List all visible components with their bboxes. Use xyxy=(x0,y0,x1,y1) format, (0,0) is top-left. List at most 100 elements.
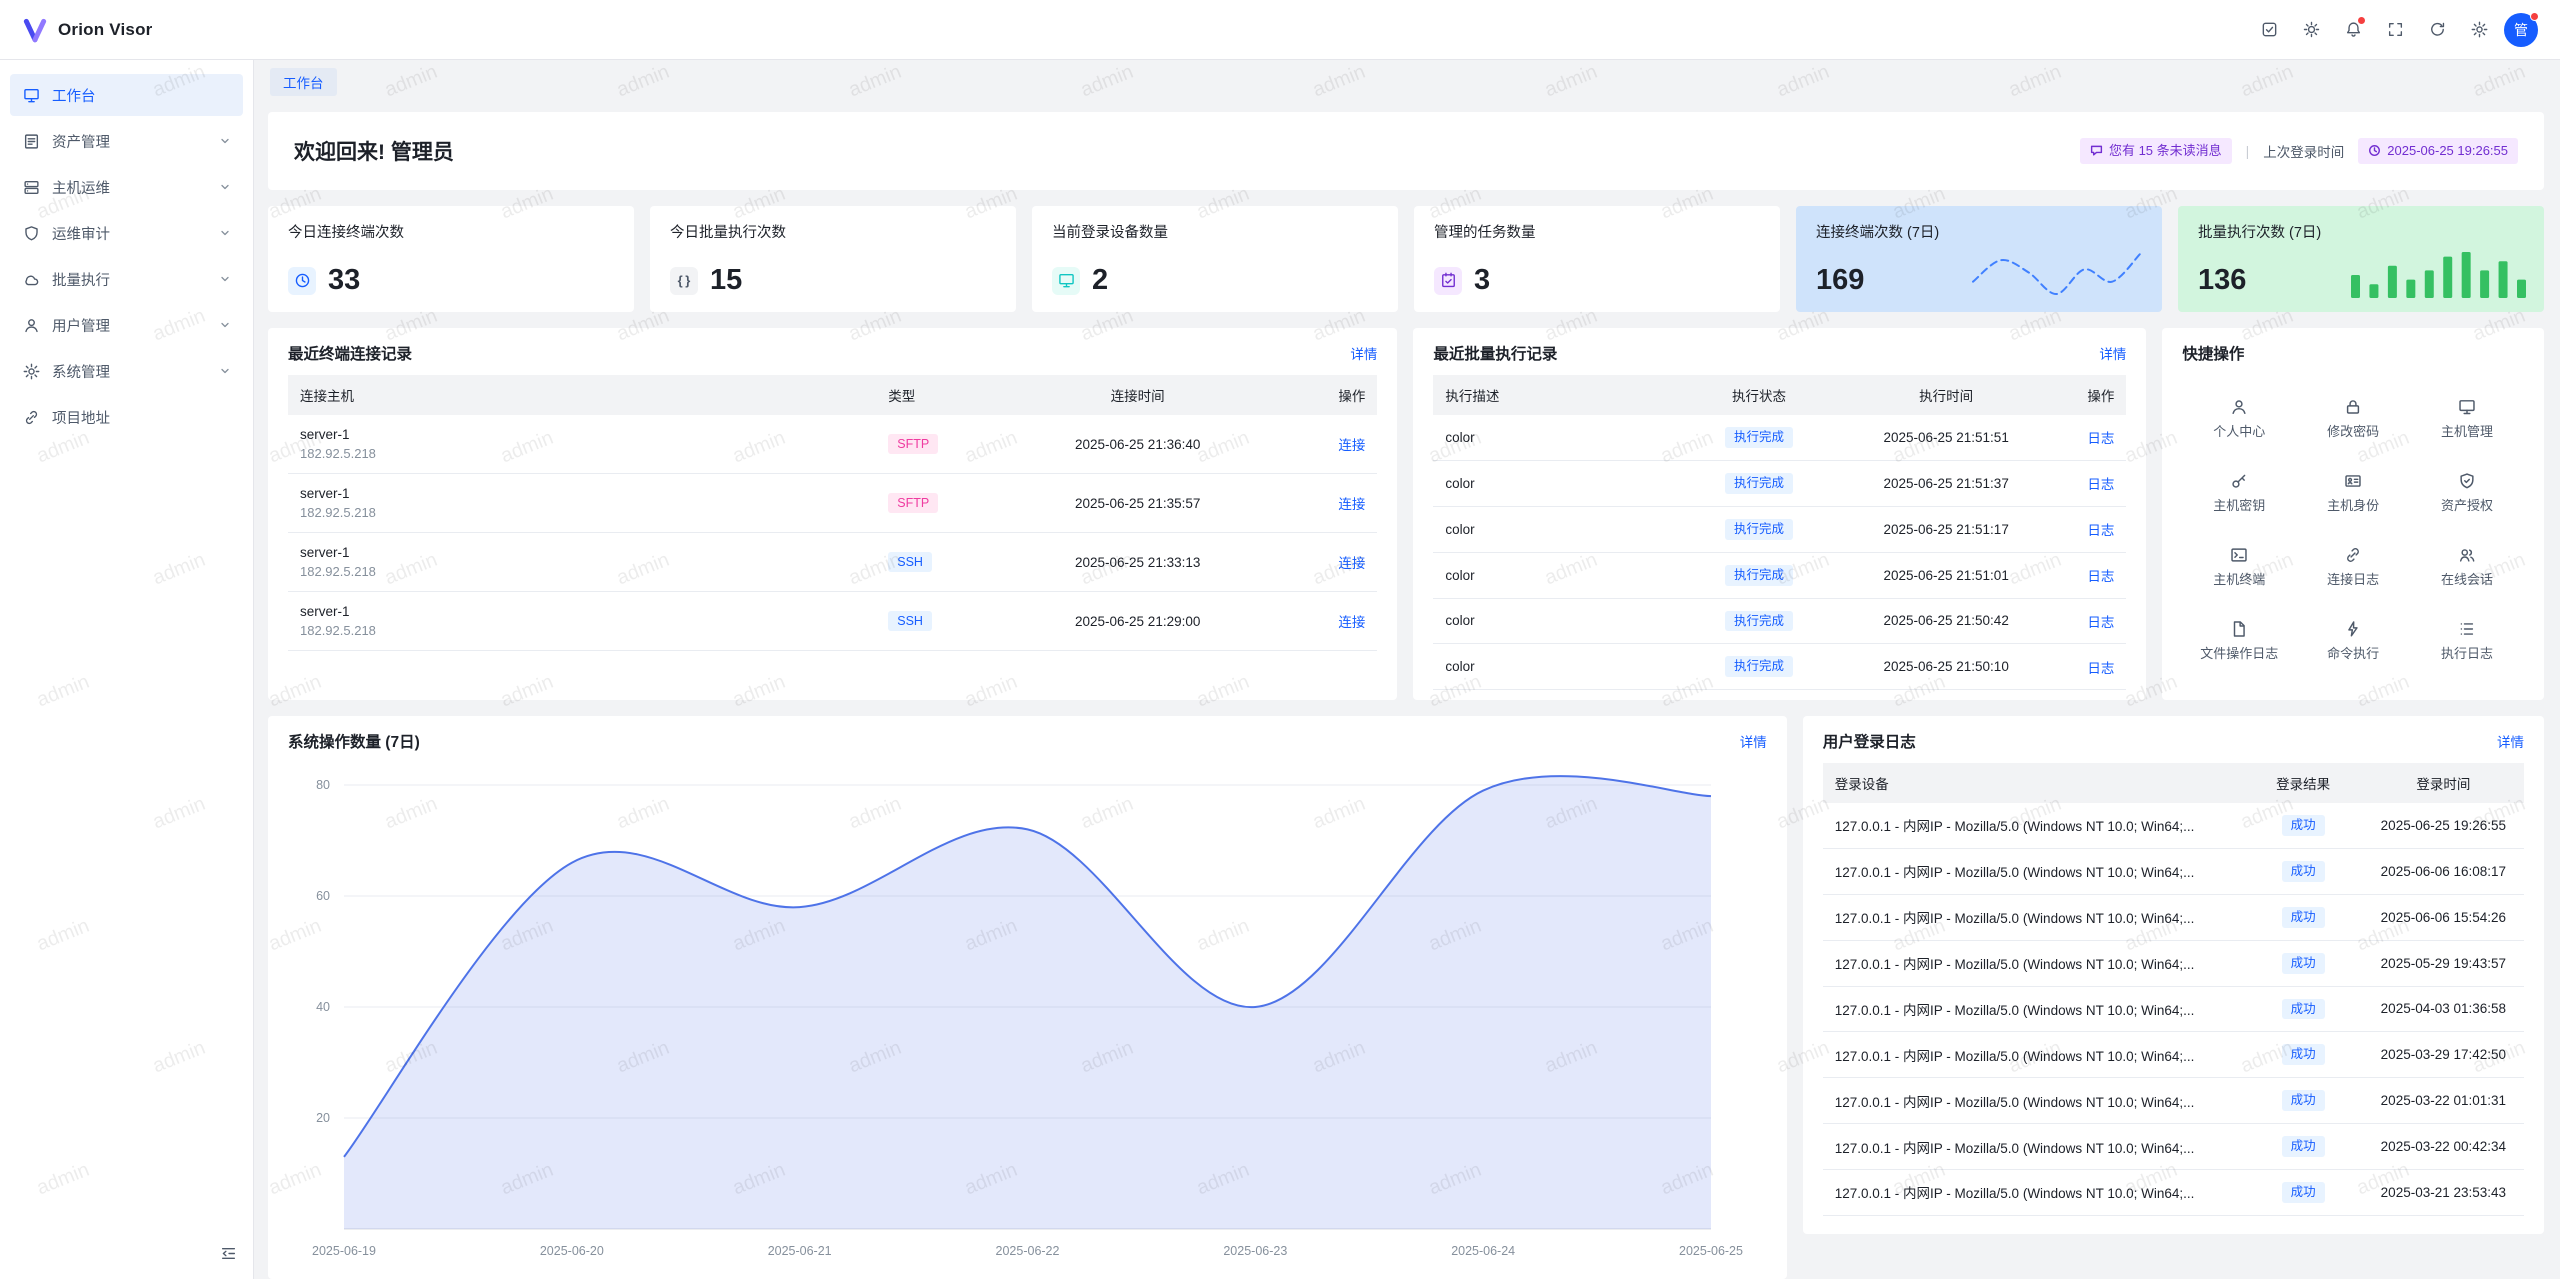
time-cell: 2025-05-29 19:43:57 xyxy=(2363,940,2524,986)
quick-action-host-keys[interactable]: 主机密钥 xyxy=(2182,455,2296,529)
quick-action-host-management[interactable]: 主机管理 xyxy=(2410,381,2524,455)
chevron-down-icon xyxy=(219,319,231,331)
column-header: 操作 xyxy=(1258,375,1378,415)
svg-text:2025-06-21: 2025-06-21 xyxy=(768,1244,832,1258)
device-monitor-icon xyxy=(1052,267,1080,295)
log-link[interactable]: 日志 xyxy=(2087,615,2114,630)
connect-link[interactable]: 连接 xyxy=(1338,615,1365,630)
stat-label: 批量执行次数 (7日) xyxy=(2198,221,2524,242)
list-icon xyxy=(2458,620,2476,638)
quick-action-host-terminal[interactable]: 主机终端 xyxy=(2182,529,2296,603)
quick-action-host-identity[interactable]: 主机身份 xyxy=(2296,455,2410,529)
users-icon xyxy=(2458,546,2476,564)
desc-cell: color xyxy=(1433,644,1669,690)
device-cell: 127.0.0.1 - 内网IP - Mozilla/5.0 (Windows … xyxy=(1823,1032,2244,1078)
checkbox-icon[interactable] xyxy=(2252,13,2286,47)
panel-title: 最近批量执行记录 xyxy=(1433,342,1557,364)
login-logs-more-link[interactable]: 详情 xyxy=(2497,731,2524,751)
quick-action-online-sessions[interactable]: 在线会话 xyxy=(2410,529,2524,603)
terminal-records-table: 连接主机 类型 连接时间 操作 server-1182.92.5.218 SFT… xyxy=(288,375,1377,651)
separator: | xyxy=(2246,143,2250,159)
desc-cell: color xyxy=(1433,460,1669,506)
flash-icon xyxy=(2344,620,2362,638)
user-avatar[interactable]: 管 xyxy=(2504,13,2538,47)
log-link[interactable]: 日志 xyxy=(2087,523,2114,538)
time-cell: 2025-04-03 01:36:58 xyxy=(2363,986,2524,1032)
sidebar-item-label: 运维审计 xyxy=(52,223,110,244)
key-icon xyxy=(2230,472,2248,490)
connect-link[interactable]: 连接 xyxy=(1338,556,1365,571)
column-header: 登录结果 xyxy=(2244,763,2363,803)
avatar-text: 管 xyxy=(2514,20,2528,40)
quick-action-asset-authorization[interactable]: 资产授权 xyxy=(2410,455,2524,529)
quick-action-execution-logs[interactable]: 执行日志 xyxy=(2410,603,2524,677)
result-badge: 成功 xyxy=(2282,815,2325,836)
terminal-records-more-link[interactable]: 详情 xyxy=(1350,343,1377,363)
column-header: 连接时间 xyxy=(1018,375,1258,415)
logo-v-icon xyxy=(22,17,48,43)
column-header: 操作 xyxy=(2043,375,2126,415)
batch-records-more-link[interactable]: 详情 xyxy=(2099,343,2126,363)
sidebar-item-assets[interactable]: 资产管理 xyxy=(10,120,243,162)
batch-records-panel: 最近批量执行记录 详情 执行描述 执行状态 执行时间 操作 xyxy=(1413,328,2146,700)
quick-action-change-password[interactable]: 修改密码 xyxy=(2296,381,2410,455)
stat-value: 136 xyxy=(2198,264,2246,297)
time-cell: 2025-06-25 21:51:37 xyxy=(1849,460,2043,506)
quick-action-command-execution[interactable]: 命令执行 xyxy=(2296,603,2410,677)
result-badge: 成功 xyxy=(2282,1136,2325,1157)
connect-link[interactable]: 连接 xyxy=(1338,438,1365,453)
stat-value: 15 xyxy=(710,264,742,297)
fullscreen-icon[interactable] xyxy=(2378,13,2412,47)
id-card-icon xyxy=(2344,472,2362,490)
quick-action-personal-center[interactable]: 个人中心 xyxy=(2182,381,2296,455)
table-row: 127.0.0.1 - 内网IP - Mozilla/5.0 (Windows … xyxy=(1823,803,2524,848)
column-header: 登录设备 xyxy=(1823,763,2244,803)
sidebar-item-batch-exec[interactable]: 批量执行 xyxy=(10,258,243,300)
table-row: server-1182.92.5.218 SFTP 2025-06-25 21:… xyxy=(288,474,1377,533)
connect-link[interactable]: 连接 xyxy=(1338,497,1365,512)
quick-action-file-operation-logs[interactable]: 文件操作日志 xyxy=(2182,603,2296,677)
sidebar-collapse-icon[interactable] xyxy=(220,1245,237,1265)
refresh-icon[interactable] xyxy=(2420,13,2454,47)
desc-cell: color xyxy=(1433,552,1669,598)
users-icon xyxy=(22,316,40,334)
log-link[interactable]: 日志 xyxy=(2087,661,2114,676)
panel-title: 快捷操作 xyxy=(2182,342,2244,364)
result-badge: 成功 xyxy=(2282,861,2325,882)
status-badge: 执行完成 xyxy=(1725,656,1793,677)
terminal-connections-sparkline xyxy=(1969,250,2144,298)
notifications-bell-icon[interactable] xyxy=(2336,13,2370,47)
unread-messages-badge[interactable]: 您有 15 条未读消息 xyxy=(2080,138,2232,164)
login-logs-panel: 用户登录日志 详情 登录设备 登录结果 登录时间 127.0.0.1 - 内网I… xyxy=(1803,716,2544,1234)
terminal-records-panel: 最近终端连接记录 详情 连接主机 类型 连接时间 操作 xyxy=(268,328,1397,700)
system-ops-more-link[interactable]: 详情 xyxy=(1740,731,1767,751)
time-cell: 2025-06-25 21:51:01 xyxy=(1849,552,2043,598)
table-row: 127.0.0.1 - 内网IP - Mozilla/5.0 (Windows … xyxy=(1823,1078,2524,1124)
sidebar-item-project-link[interactable]: 项目地址 xyxy=(10,396,243,438)
sidebar-item-audit[interactable]: 运维审计 xyxy=(10,212,243,254)
sidebar-item-host-ops[interactable]: 主机运维 xyxy=(10,166,243,208)
table-row: color 执行完成 2025-06-25 21:51:01 日志 xyxy=(1433,552,2126,598)
sidebar-item-workbench[interactable]: 工作台 xyxy=(10,74,243,116)
desc-cell: color xyxy=(1433,415,1669,460)
unread-messages-text: 您有 15 条未读消息 xyxy=(2109,142,2222,160)
log-link[interactable]: 日志 xyxy=(2087,477,2114,492)
sidebar-item-system[interactable]: 系统管理 xyxy=(10,350,243,392)
quick-action-connection-logs[interactable]: 连接日志 xyxy=(2296,529,2410,603)
time-cell: 2025-03-22 00:42:34 xyxy=(2363,1124,2524,1170)
table-row: color 执行完成 2025-06-25 21:51:51 日志 xyxy=(1433,415,2126,460)
log-link[interactable]: 日志 xyxy=(2087,569,2114,584)
file-icon xyxy=(2230,620,2248,638)
table-row: 127.0.0.1 - 内网IP - Mozilla/5.0 (Windows … xyxy=(1823,1124,2524,1170)
lock-icon xyxy=(2344,398,2362,416)
theme-light-icon[interactable] xyxy=(2294,13,2328,47)
svg-text:2025-06-24: 2025-06-24 xyxy=(1451,1244,1515,1258)
tab-workbench[interactable]: 工作台 xyxy=(270,68,337,96)
batch-records-table: 执行描述 执行状态 执行时间 操作 color 执行完成 2025-06-25 … xyxy=(1433,375,2126,690)
stat-value: 3 xyxy=(1474,264,1490,297)
workbench-icon xyxy=(22,86,40,104)
column-header: 登录时间 xyxy=(2363,763,2524,803)
settings-gear-icon[interactable] xyxy=(2462,13,2496,47)
sidebar-item-users[interactable]: 用户管理 xyxy=(10,304,243,346)
log-link[interactable]: 日志 xyxy=(2087,431,2114,446)
